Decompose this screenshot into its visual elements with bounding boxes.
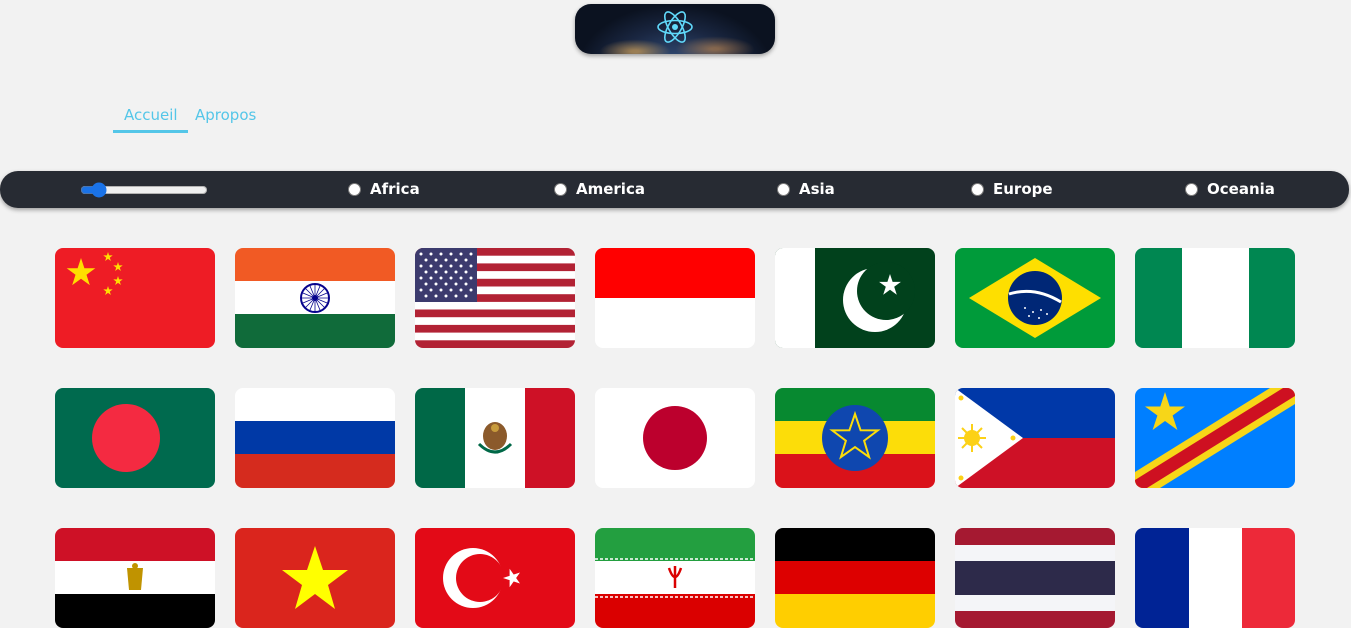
radio-europe-input[interactable] [971, 182, 984, 196]
radio-oceania[interactable]: Oceania [1185, 178, 1275, 200]
dr-congo-flag-icon [1135, 388, 1295, 488]
flag-card-germany[interactable] [775, 528, 935, 628]
population-range-slider[interactable] [80, 181, 208, 199]
ethiopia-flag-icon [775, 388, 935, 488]
brazil-flag-icon [955, 248, 1115, 348]
app-logo [575, 4, 775, 54]
philippines-flag-icon [955, 388, 1115, 488]
egypt-flag-icon [55, 528, 215, 628]
flag-card-indonesia[interactable] [595, 248, 755, 348]
flag-card-thailand[interactable] [955, 528, 1115, 628]
flag-card-philippines[interactable] [955, 388, 1115, 488]
radio-africa[interactable]: Africa [348, 178, 420, 200]
react-atom-icon [655, 7, 695, 51]
radio-asia-label: Asia [799, 180, 835, 198]
flag-card-japan[interactable] [595, 388, 755, 488]
pakistan-flag-icon [775, 248, 935, 348]
radio-africa-input[interactable] [348, 182, 361, 196]
radio-america[interactable]: America [554, 178, 645, 200]
flag-card-ethiopia[interactable] [775, 388, 935, 488]
flag-card-brazil[interactable] [955, 248, 1115, 348]
radio-oceania-label: Oceania [1207, 180, 1275, 198]
russia-flag-icon [235, 388, 395, 488]
flag-card-iran[interactable] [595, 528, 755, 628]
flag-card-france[interactable] [1135, 528, 1295, 628]
nav-link-accueil[interactable]: Accueil [113, 106, 188, 133]
thailand-flag-icon [955, 528, 1115, 628]
flag-card-egypt[interactable] [55, 528, 215, 628]
mexico-flag-icon [415, 388, 575, 488]
radio-america-input[interactable] [554, 182, 567, 196]
flag-card-nigeria[interactable] [1135, 248, 1295, 348]
radio-europe-label: Europe [993, 180, 1053, 198]
radio-oceania-input[interactable] [1185, 182, 1198, 196]
radio-america-label: America [576, 180, 645, 198]
flag-card-vietnam[interactable] [235, 528, 395, 628]
flag-card-mexico[interactable] [415, 388, 575, 488]
flag-card-turkey[interactable] [415, 528, 575, 628]
radio-africa-label: Africa [370, 180, 420, 198]
germany-flag-icon [775, 528, 935, 628]
radio-europe[interactable]: Europe [971, 178, 1053, 200]
china-flag-icon [55, 248, 215, 348]
radio-asia-input[interactable] [777, 182, 790, 196]
nigeria-flag-icon [1135, 248, 1295, 348]
turkey-flag-icon [415, 528, 575, 628]
nav-link-apropos[interactable]: Apropos [195, 106, 256, 124]
bangladesh-flag-icon [55, 388, 215, 488]
flag-card-china[interactable] [55, 248, 215, 348]
flag-card-united-states[interactable] [415, 248, 575, 348]
radio-asia[interactable]: Asia [777, 178, 835, 200]
india-flag-icon [235, 248, 395, 348]
flag-card-dr-congo[interactable] [1135, 388, 1295, 488]
flag-card-pakistan[interactable] [775, 248, 935, 348]
iran-flag-icon [595, 528, 755, 628]
usa-flag-icon [415, 248, 575, 348]
flag-card-india[interactable] [235, 248, 395, 348]
japan-flag-icon [595, 388, 755, 488]
france-flag-icon [1135, 528, 1295, 628]
indonesia-flag-icon [595, 248, 755, 348]
flag-card-bangladesh[interactable] [55, 388, 215, 488]
flag-card-russia[interactable] [235, 388, 395, 488]
vietnam-flag-icon [235, 528, 395, 628]
